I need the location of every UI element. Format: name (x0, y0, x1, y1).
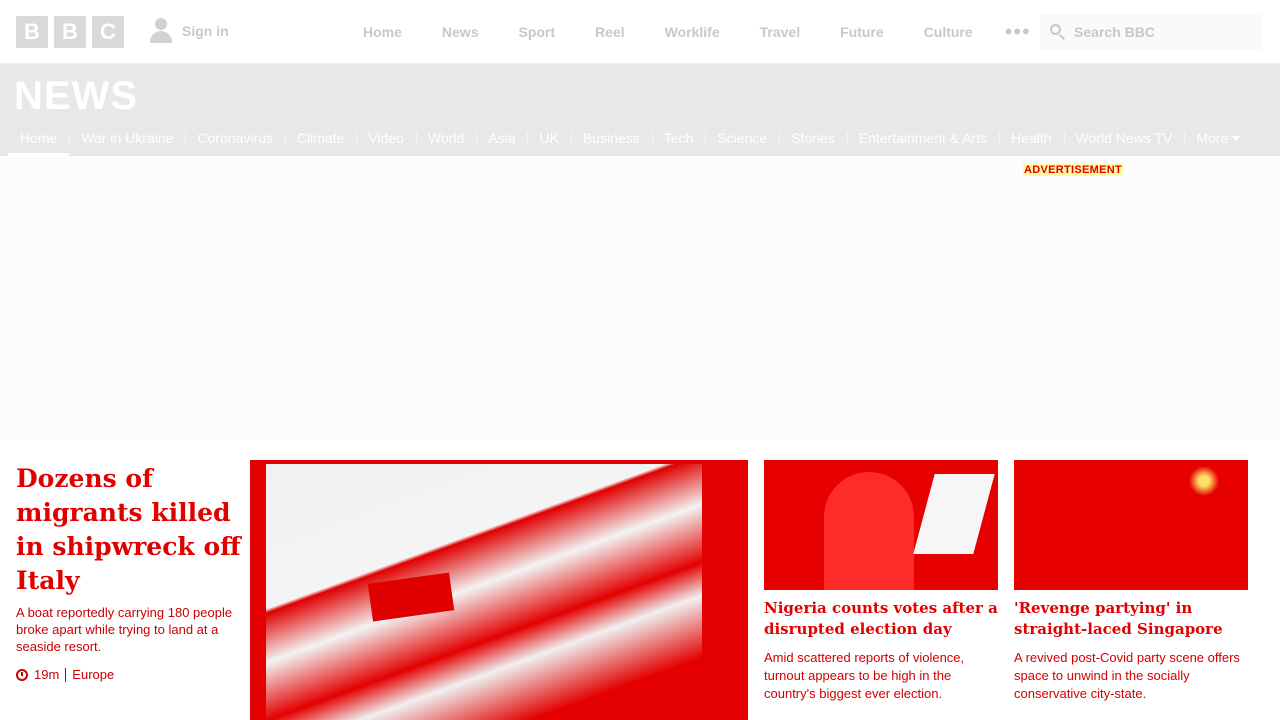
subnav-item-world[interactable]: World (415, 120, 476, 156)
top-navigation: Home News Sport Reel Worklife Travel Fut… (343, 0, 1043, 64)
nav-culture[interactable]: Culture (904, 24, 993, 40)
subnav-item-business[interactable]: Business (570, 120, 652, 156)
news-subnav: Home War in Ukraine Coronavirus Climate … (8, 120, 1252, 156)
subnav-item-tech[interactable]: Tech (651, 120, 706, 156)
meta-divider (65, 667, 67, 682)
logo-letter-c: C (92, 16, 124, 48)
subnav-item-coronavirus[interactable]: Coronavirus (185, 120, 284, 156)
sign-in-label: Sign in (182, 23, 229, 39)
subnav-item-stories[interactable]: Stories (779, 120, 847, 156)
story-summary-singapore: A revived post-Covid party scene offers … (1014, 650, 1240, 701)
subnav-item-more[interactable]: More (1184, 120, 1252, 156)
voter-figure-shape (824, 472, 914, 590)
subnav-item-climate[interactable]: Climate (284, 120, 356, 156)
logo-letter-b2: B (54, 16, 86, 48)
nav-sport[interactable]: Sport (498, 24, 575, 40)
nav-reel[interactable]: Reel (575, 24, 645, 40)
logo-letter-b1: B (16, 16, 48, 48)
party-light-shape (1184, 466, 1224, 496)
story-title-nigeria[interactable]: Nigeria counts votes after a disrupted e… (764, 598, 1004, 640)
story-image-singapore[interactable] (1014, 460, 1248, 590)
story-image-nigeria[interactable] (764, 460, 998, 590)
lead-story-time: 19m (34, 667, 60, 682)
news-header-band: NEWS Home War in Ukraine Coronavirus Cli… (0, 64, 1280, 156)
advertisement-slot[interactable] (0, 156, 1280, 440)
bbc-logo[interactable]: B B C (16, 16, 124, 48)
nav-home[interactable]: Home (343, 24, 422, 40)
nav-news[interactable]: News (422, 24, 499, 40)
more-dots-icon[interactable]: ••• (993, 19, 1043, 45)
subnav-item-health[interactable]: Health (999, 120, 1063, 156)
lead-story-image[interactable] (250, 460, 748, 720)
nav-travel[interactable]: Travel (740, 24, 820, 40)
light-shape (913, 474, 995, 554)
subnav-item-asia[interactable]: Asia (476, 120, 527, 156)
nav-future[interactable]: Future (820, 24, 904, 40)
subnav-item-world-news-tv[interactable]: World News TV (1063, 120, 1185, 156)
subnav-item-science[interactable]: Science (705, 120, 779, 156)
advertisement-label: ADVERTISEMENT (1023, 164, 1124, 176)
subnav-item-entertainment-arts[interactable]: Entertainment & Arts (846, 120, 999, 156)
search-box[interactable]: Search BBC (1040, 14, 1262, 50)
bbc-top-bar: B B C Sign in Home News Sport Reel Workl… (0, 0, 1280, 64)
lead-story-tag[interactable]: Europe (72, 667, 114, 682)
sea-image-area (266, 464, 702, 720)
nav-worklife[interactable]: Worklife (645, 24, 740, 40)
news-brand[interactable]: NEWS (14, 74, 138, 119)
sign-in-link[interactable]: Sign in (148, 18, 229, 44)
lead-story-title[interactable]: Dozens of migrants killed in shipwreck o… (16, 462, 248, 598)
chevron-down-icon (1232, 135, 1241, 141)
user-icon (148, 18, 174, 44)
story-title-singapore[interactable]: 'Revenge partying' in straight-laced Sin… (1014, 598, 1254, 640)
search-icon (1050, 24, 1066, 40)
story-summary-nigeria: Amid scattered reports of violence, turn… (764, 650, 965, 701)
subnav-item-home[interactable]: Home (8, 120, 70, 156)
subnav-more-label: More (1196, 130, 1229, 146)
lead-story-summary: A boat reportedly carrying 180 people br… (16, 605, 233, 654)
search-placeholder: Search BBC (1074, 24, 1155, 40)
subnav-item-video[interactable]: Video (356, 120, 416, 156)
lead-story-meta: 19m Europe (16, 667, 114, 682)
clock-icon (16, 668, 28, 681)
subnav-item-uk[interactable]: UK (527, 120, 570, 156)
subnav-item-war-in-ukraine[interactable]: War in Ukraine (69, 120, 185, 156)
